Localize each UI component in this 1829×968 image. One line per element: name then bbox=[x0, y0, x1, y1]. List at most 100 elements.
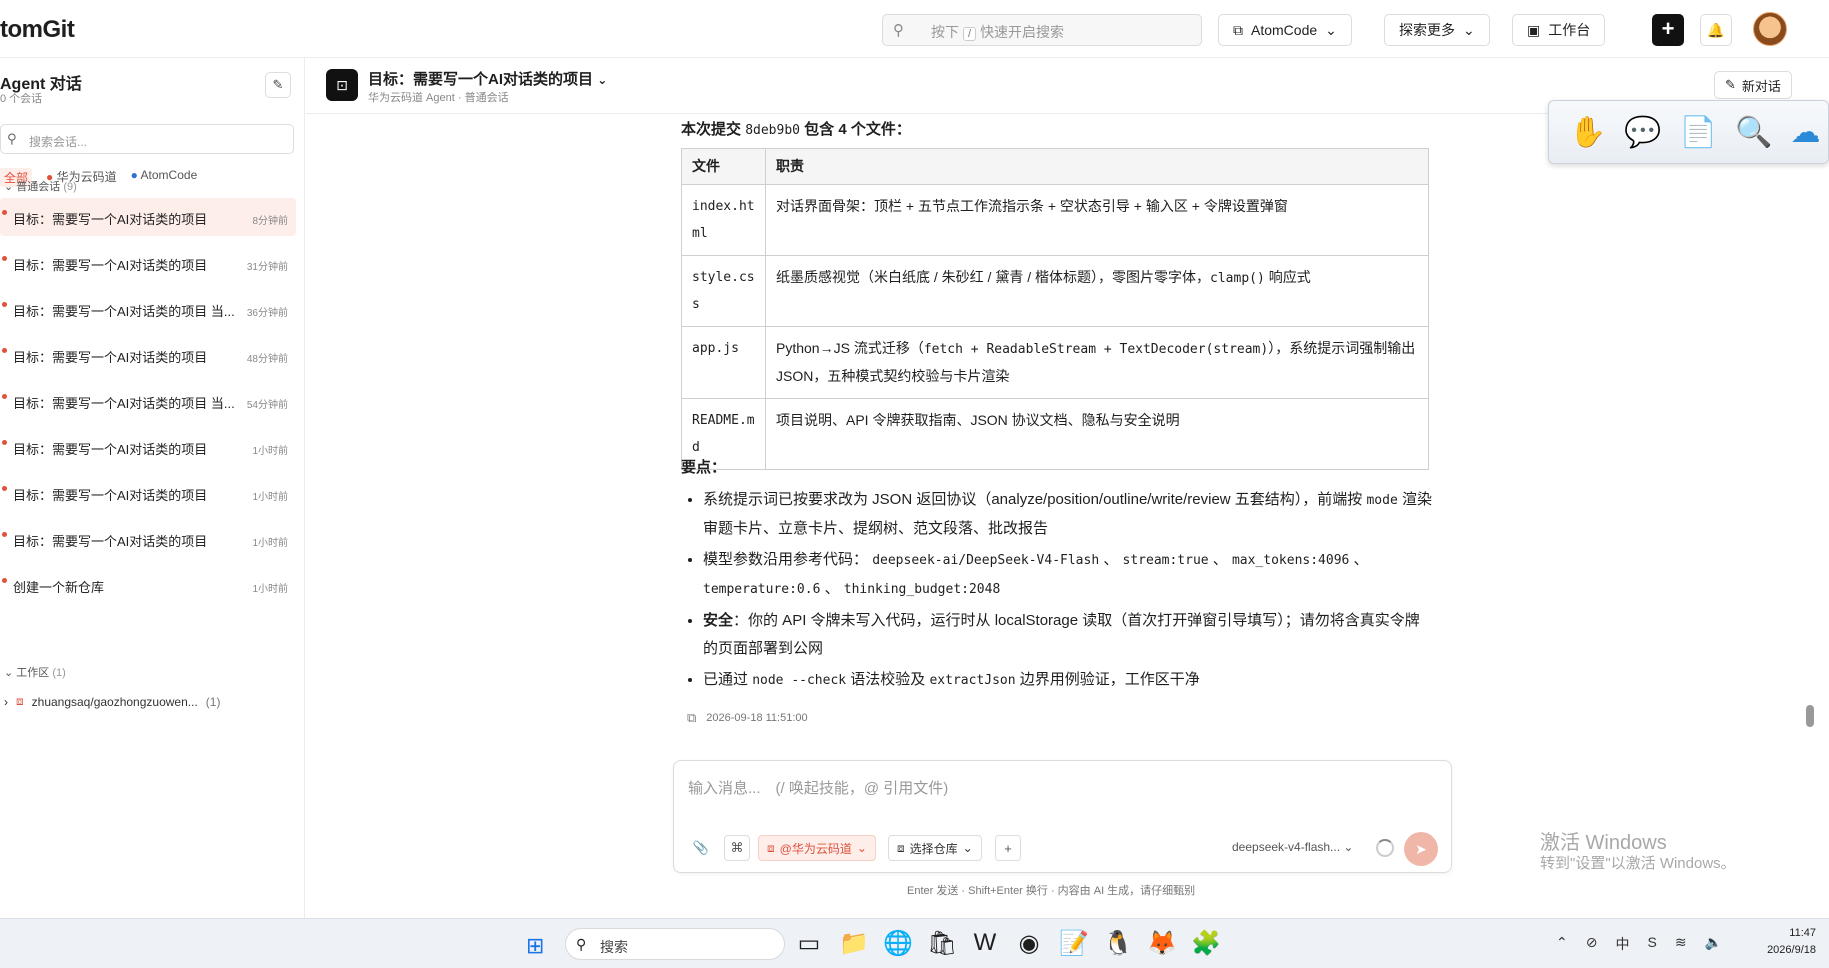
windows-start-icon[interactable]: ⊞ bbox=[526, 933, 544, 959]
huawei-tag-button[interactable]: ⧈ @华为云码道 ⌄ bbox=[758, 834, 876, 862]
user-avatar[interactable] bbox=[1753, 12, 1787, 46]
list-item: 已通过 node --check 语法校验及 extractJson 边界用例验… bbox=[703, 666, 1433, 695]
task-view-icon[interactable]: ▭ bbox=[795, 929, 823, 958]
floating-tool-palette: ✋ 💬 📄 🔍 ☁ bbox=[1548, 100, 1829, 164]
sidebar: Agent 对话 0 个会话 ✎ ⚲ 搜索会话... 全部 ● 华为云码道 ● … bbox=[0, 58, 305, 918]
table-row: app.js Python→JS 流式迁移（fetch + ReadableSt… bbox=[681, 326, 1429, 399]
workbench-label: 工作台 bbox=[1548, 22, 1591, 38]
app-icon[interactable]: 🦊 bbox=[1147, 929, 1177, 958]
ime-icon[interactable]: 中 bbox=[1615, 934, 1629, 954]
files-table: 文件 职责 index.html 对话界面骨架：顶栏 + 五节点工作流指示条 +… bbox=[681, 148, 1429, 470]
message-input[interactable]: 输入消息... (/ 唤起技能，@ 引用文件) bbox=[688, 777, 948, 798]
conversation-item[interactable]: 目标：需要写一个AI对话类的项目 1小时前 bbox=[0, 474, 296, 512]
document-icon[interactable]: 📄 bbox=[1680, 115, 1717, 150]
tool-icon[interactable]: 🧩 bbox=[1191, 929, 1221, 958]
copy-icon[interactable]: ⧉ bbox=[687, 710, 696, 726]
comment-icon[interactable]: 💬 bbox=[1624, 115, 1661, 150]
conversation-item[interactable]: 目标：需要写一个AI对话类的项目 当... 54分钟前 bbox=[0, 382, 296, 420]
workspace-repo-item[interactable]: › ⧈ zhuangsaq/gaozhongzuowen... (1) bbox=[4, 694, 220, 709]
conversation-item[interactable]: 目标：需要写一个AI对话类的项目 31分钟前 bbox=[0, 244, 296, 282]
store-icon[interactable]: 🛍 bbox=[927, 929, 957, 958]
activation-watermark-subtitle: 转到"设置"以激活 Windows。 bbox=[1540, 855, 1736, 872]
chat-title[interactable]: 目标：需要写一个AI对话类的项目 ⌄ bbox=[368, 68, 607, 89]
list-item: 安全：你的 API 令牌未写入代码，运行时从 localStorage 读取（首… bbox=[703, 607, 1433, 663]
edge-browser-icon[interactable]: 🌐 bbox=[883, 929, 913, 958]
new-chat-button[interactable]: ✎ 新对话 bbox=[1714, 71, 1792, 99]
notification-bell-icon[interactable]: 🔔 bbox=[1700, 14, 1732, 46]
system-clock[interactable]: 11:47 2026/9/18 bbox=[1756, 925, 1816, 959]
conversation-search-placeholder: 搜索会话... bbox=[29, 135, 88, 149]
top-bar: tomGit ⚲ 按下 / 快速开启搜索 ⧉ AtomCode ⌄ 探索更多 ⌄ ▣… bbox=[0, 0, 1829, 58]
system-tray: ⌃ ⊘ 中 S ≋ 🔈 bbox=[1556, 934, 1722, 954]
atomcode-menu-button[interactable]: ⧉ AtomCode ⌄ bbox=[1218, 14, 1352, 46]
list-item: 模型参数沿用参考代码： deepseek-ai/DeepSeek-V4-Flas… bbox=[703, 546, 1433, 604]
sidebar-session-count: 0 个会话 bbox=[0, 93, 43, 105]
edit-icon: ✎ bbox=[1725, 77, 1736, 92]
chrome-icon[interactable]: ◉ bbox=[1015, 929, 1043, 958]
chevron-down-icon: ⌄ bbox=[856, 841, 867, 855]
chevron-down-icon: ⌄ bbox=[1343, 840, 1354, 854]
loading-spinner-icon bbox=[1376, 839, 1394, 857]
chevron-down-icon: ⌄ bbox=[597, 73, 608, 87]
search-document-icon[interactable]: 🔍 bbox=[1735, 115, 1772, 150]
filter-atomcode[interactable]: ● AtomCode bbox=[131, 168, 198, 187]
chat-subtitle: 华为云码道 Agent · 普通会话 bbox=[368, 92, 509, 104]
briefcase-icon: ▣ bbox=[1527, 21, 1541, 38]
wifi-icon[interactable]: ≋ bbox=[1675, 934, 1687, 954]
add-button[interactable]: + bbox=[995, 834, 1021, 862]
cloud-icon[interactable]: ☁ bbox=[1790, 115, 1820, 150]
repo-icon: ⧈ bbox=[897, 840, 905, 855]
chevron-down-icon: ⌄ bbox=[962, 841, 973, 855]
chevron-up-icon[interactable]: ⌃ bbox=[1556, 934, 1568, 954]
section-workspace-header[interactable]: ⌄ 工作区 (1) bbox=[4, 664, 66, 680]
select-repo-button[interactable]: ⧈ 选择仓库 ⌄ bbox=[888, 834, 982, 862]
chevron-right-icon: › bbox=[4, 694, 8, 709]
model-selector[interactable]: deepseek-v4-flash... ⌄ bbox=[1232, 840, 1353, 854]
key-points-list: 系统提示词已按要求改为 JSON 返回协议（analyze/position/o… bbox=[703, 486, 1433, 698]
wps-tray-icon[interactable]: S bbox=[1647, 934, 1656, 954]
conversation-item[interactable]: 目标：需要写一个AI对话类的项目 8分钟前 bbox=[0, 198, 296, 236]
taskbar-apps: ▭ 📁 🌐 🛍 W ◉ 📝 🐧 🦊 🧩 bbox=[795, 929, 1221, 958]
conversation-item[interactable]: 目标：需要写一个AI对话类的项目 48分钟前 bbox=[0, 336, 296, 374]
hand-icon[interactable]: ✋ bbox=[1569, 115, 1606, 150]
conversation-item[interactable]: 目标：需要写一个AI对话类的项目 当... 36分钟前 bbox=[0, 290, 296, 328]
list-item: 系统提示词已按要求改为 JSON 返回协议（analyze/position/o… bbox=[703, 486, 1433, 543]
robot-icon: ⊡ bbox=[326, 69, 358, 101]
search-icon: ⚲ bbox=[576, 936, 587, 952]
new-conversation-edit-icon[interactable]: ✎ bbox=[265, 72, 291, 98]
network-off-icon[interactable]: ⊘ bbox=[1586, 934, 1598, 954]
global-search[interactable]: ⚲ 按下 / 快速开启搜索 bbox=[882, 14, 1202, 46]
logo[interactable]: tomGit bbox=[0, 16, 75, 44]
conversation-search-input[interactable]: ⚲ 搜索会话... bbox=[0, 124, 294, 154]
message-composer[interactable]: 输入消息... (/ 唤起技能，@ 引用文件) 📎 ⌘ ⧈ @华为云码道 ⌄ ⧈ 选择… bbox=[673, 760, 1452, 873]
composer-hint: Enter 发送 · Shift+Enter 换行 · 内容由 AI 生成，请仔… bbox=[907, 885, 1196, 897]
workbench-button[interactable]: ▣ 工作台 bbox=[1512, 14, 1606, 46]
scrollbar[interactable] bbox=[1806, 705, 1814, 727]
windows-taskbar: ⊞ ⚲ 搜索 ▭ 📁 🌐 🛍 W ◉ 📝 🐧 🦊 🧩 ⌃ ⊘ 中 S ≋ 🔈 1… bbox=[0, 918, 1829, 968]
qq-icon[interactable]: 🐧 bbox=[1103, 929, 1133, 958]
conversation-item[interactable]: 创建一个新仓库 1小时前 bbox=[0, 566, 296, 604]
search-placeholder: 按下 / 快速开启搜索 bbox=[931, 24, 1065, 41]
explore-more-button[interactable]: 探索更多 ⌄ bbox=[1384, 14, 1490, 46]
command-icon[interactable]: ⌘ bbox=[724, 834, 750, 862]
commit-summary: 本次提交 8deb9b0 包含 4 个文件： bbox=[681, 121, 911, 138]
volume-icon[interactable]: 🔈 bbox=[1705, 934, 1722, 954]
activation-watermark-title: 激活 Windows bbox=[1540, 832, 1667, 854]
wps-icon[interactable]: W bbox=[971, 929, 999, 958]
search-icon: ⚲ bbox=[7, 131, 17, 146]
explore-label: 探索更多 bbox=[1399, 22, 1455, 38]
send-button[interactable]: ➤ bbox=[1404, 832, 1438, 866]
attach-icon[interactable]: 📎 bbox=[688, 834, 714, 862]
conversation-item[interactable]: 目标：需要写一个AI对话类的项目 1小时前 bbox=[0, 520, 296, 558]
key-points-title: 要点： bbox=[681, 459, 727, 476]
repo-icon: ⧈ bbox=[767, 840, 775, 855]
file-explorer-icon[interactable]: 📁 bbox=[839, 929, 869, 958]
table-row: style.css 纸墨质感视觉（米白纸底 / 朱砂红 / 黛青 / 楷体标题）… bbox=[681, 255, 1429, 327]
notepad-icon[interactable]: 📝 bbox=[1059, 929, 1089, 958]
table-header: 文件 bbox=[681, 148, 766, 185]
repo-icon: ⧈ bbox=[16, 694, 24, 708]
section-normal-header[interactable]: ⌄ 普通会话 (9) bbox=[4, 178, 77, 194]
create-plus-button[interactable]: + bbox=[1652, 14, 1684, 46]
conversation-item[interactable]: 目标：需要写一个AI对话类的项目 1小时前 bbox=[0, 428, 296, 466]
taskbar-search[interactable]: ⚲ 搜索 bbox=[565, 928, 785, 960]
